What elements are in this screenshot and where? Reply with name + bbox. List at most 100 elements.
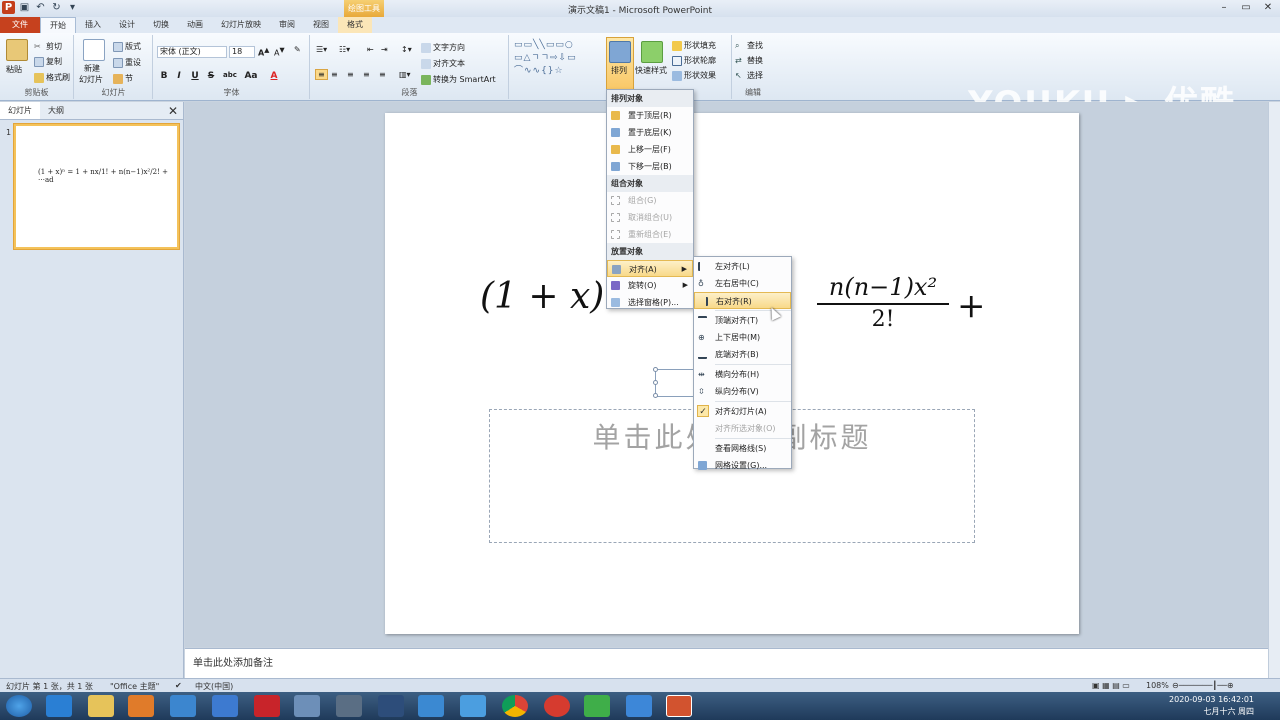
shrink-font-icon[interactable]: A▼ — [274, 46, 285, 58]
maximize-icon[interactable]: ▭ — [1236, 1, 1256, 14]
bird-app-icon[interactable] — [170, 695, 196, 717]
align-left-text-icon[interactable]: ≡ — [315, 69, 328, 80]
tab-insert[interactable]: 插入 — [76, 17, 110, 33]
tab-slideshow[interactable]: 幻灯片放映 — [212, 17, 270, 33]
numbering-icon[interactable]: ☷▾ — [339, 45, 350, 54]
pen-app-icon[interactable] — [336, 695, 362, 717]
bullets-icon[interactable]: ☰▾ — [316, 45, 327, 54]
distribute-vertical-item[interactable]: ⇳ 纵向分布(V) — [694, 383, 791, 400]
chrome-icon[interactable] — [502, 695, 528, 717]
monitor-app-icon[interactable] — [378, 695, 404, 717]
quick-styles-icon[interactable] — [641, 41, 663, 63]
justify-text-icon[interactable]: ≡ — [363, 70, 370, 79]
grid-settings-item[interactable]: 网格设置(G)... — [694, 457, 791, 474]
close-icon[interactable]: ✕ — [1258, 1, 1278, 14]
center-text-icon[interactable]: ≡ — [331, 70, 338, 79]
resize-handle[interactable] — [653, 393, 658, 398]
italic-button[interactable]: I — [173, 71, 185, 81]
format-painter-button[interactable]: 格式刷 — [34, 72, 70, 83]
language-status[interactable]: 中文(中国) — [195, 681, 233, 692]
select-button[interactable]: ↖ 选择 — [735, 70, 763, 81]
tab-animations[interactable]: 动画 — [178, 17, 212, 33]
bold-button[interactable]: B — [158, 71, 170, 81]
media-player-icon[interactable] — [128, 695, 154, 717]
paste-button[interactable]: 粘贴 — [6, 64, 22, 75]
minimize-icon[interactable]: – — [1214, 1, 1234, 14]
distributed-text-icon[interactable]: ≡ — [379, 70, 386, 79]
align-to-slide-item[interactable]: ✓ 对齐幻灯片(A) — [694, 403, 791, 420]
vertical-scrollbar[interactable] — [1268, 102, 1280, 678]
cut-button[interactable]: ✂ 剪切 — [34, 41, 62, 52]
paste-icon[interactable] — [6, 39, 28, 61]
resize-handle[interactable] — [653, 380, 658, 385]
align-left-item[interactable]: 左对齐(L) — [694, 258, 791, 275]
char-spacing-button[interactable]: abc — [221, 71, 239, 79]
underline-button[interactable]: U — [189, 71, 201, 81]
replace-button[interactable]: ⇄ 替换 — [735, 55, 763, 66]
tab-format[interactable]: 格式 — [338, 17, 372, 33]
smartart-button[interactable]: 转换为 SmartArt — [421, 74, 496, 85]
align-center-item[interactable]: ♁ 左右居中(C) — [694, 275, 791, 292]
tab-view[interactable]: 视图 — [304, 17, 338, 33]
change-case-button[interactable]: Aa — [242, 71, 260, 81]
align-right-text-icon[interactable]: ≡ — [347, 70, 354, 79]
grow-font-icon[interactable]: A▲ — [258, 46, 269, 58]
blue-app-icon[interactable] — [212, 695, 238, 717]
theme-status[interactable]: "Office 主题" — [110, 681, 159, 692]
send-backward-item[interactable]: 下移一层(B) — [607, 158, 693, 175]
distribute-horizontal-item[interactable]: ⇹ 横向分布(H) — [694, 366, 791, 383]
video-player-icon[interactable] — [584, 695, 610, 717]
reset-button[interactable]: 重设 — [113, 57, 141, 68]
font-size-dropdown[interactable]: 18 — [229, 46, 255, 58]
font-name-dropdown[interactable]: 宋体 (正文) — [157, 46, 227, 58]
tab-design[interactable]: 设计 — [110, 17, 144, 33]
tab-home[interactable]: 开始 — [40, 17, 76, 33]
line-spacing-icon[interactable]: ↕▾ — [401, 45, 412, 54]
shape-outline-button[interactable]: 形状轮廓 — [672, 55, 716, 66]
layout-button[interactable]: 版式 — [113, 41, 141, 52]
it-app-icon[interactable] — [254, 695, 280, 717]
bring-forward-item[interactable]: 上移一层(F) — [607, 141, 693, 158]
file-explorer-icon[interactable] — [88, 695, 114, 717]
align-bottom-item[interactable]: 底端对齐(B) — [694, 346, 791, 363]
view-gridlines-item[interactable]: 查看网格线(S) — [694, 440, 791, 457]
bird2-app-icon[interactable] — [418, 695, 444, 717]
rotate-item[interactable]: 旋转(O) ▶ — [607, 277, 693, 294]
start-button-icon[interactable] — [6, 695, 32, 717]
spellcheck-icon[interactable]: ✔ — [175, 681, 182, 690]
text-direction-button[interactable]: 文字方向 — [421, 42, 465, 53]
new-slide-label2[interactable]: 幻灯片 — [79, 74, 103, 85]
netease-music-icon[interactable] — [544, 695, 570, 717]
tab-review[interactable]: 审阅 — [270, 17, 304, 33]
feishu-app-icon[interactable] — [626, 695, 652, 717]
strikethrough-button[interactable]: S — [205, 71, 217, 81]
bring-to-front-item[interactable]: 置于顶层(R) — [607, 107, 693, 124]
panel-close-icon[interactable]: ✕ — [168, 104, 178, 118]
slide-thumbnail[interactable]: (1 + x)ⁿ = 1 + nx/1! + n(n−1)x²/2! + ⋯ad — [14, 124, 179, 249]
copy-button[interactable]: 复制 — [34, 56, 62, 67]
decrease-indent-icon[interactable]: ⇤ — [367, 45, 374, 54]
notes-pane[interactable]: 单击此处添加备注 — [185, 648, 1268, 678]
clear-format-icon[interactable]: ✎ — [294, 45, 301, 54]
shape-fill-button[interactable]: 形状填充 — [672, 40, 716, 51]
tab-file[interactable]: 文件 — [0, 17, 40, 33]
selection-pane-item[interactable]: 选择窗格(P)... — [607, 294, 693, 311]
new-slide-icon[interactable] — [83, 39, 105, 61]
formula-fraction[interactable]: n(n−1)x² 2! — [817, 273, 949, 332]
send-to-back-item[interactable]: 置于底层(K) — [607, 124, 693, 141]
new-slide-button[interactable]: 新建 — [84, 63, 100, 74]
tab-slides-panel[interactable]: 幻灯片 — [0, 102, 40, 119]
increase-indent-icon[interactable]: ⇥ — [381, 45, 388, 54]
view-buttons[interactable]: ▣ ▦ ▤ ▭ — [1092, 681, 1130, 690]
font-color-button[interactable]: A — [265, 71, 283, 81]
columns-icon[interactable]: ▥▾ — [399, 70, 411, 79]
tab-outline-panel[interactable]: 大纲 — [40, 102, 72, 119]
taskbar-clock[interactable]: 2020-09-03 16:42:01 七月十六 周四 — [1169, 694, 1254, 718]
zoom-slider[interactable]: ⊖───────┃──⊕ — [1172, 681, 1234, 690]
selected-shape[interactable] — [653, 367, 695, 398]
tab-transitions[interactable]: 切换 — [144, 17, 178, 33]
align-middle-item[interactable]: ⊕ 上下居中(M) — [694, 329, 791, 346]
tool-app-icon[interactable] — [294, 695, 320, 717]
align-item[interactable]: 对齐(A) ▶ — [607, 260, 693, 277]
section-button[interactable]: 节 — [113, 73, 133, 84]
